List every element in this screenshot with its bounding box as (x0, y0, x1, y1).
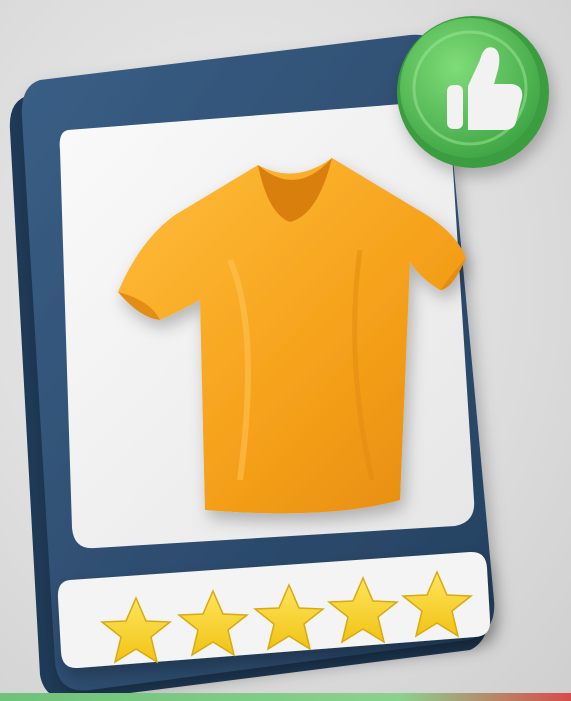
illustration-canvas (9, 16, 549, 701)
bottom-color-strip (0, 693, 571, 701)
thumbs-up-badge (397, 16, 549, 168)
product-review-illustration (0, 0, 571, 701)
